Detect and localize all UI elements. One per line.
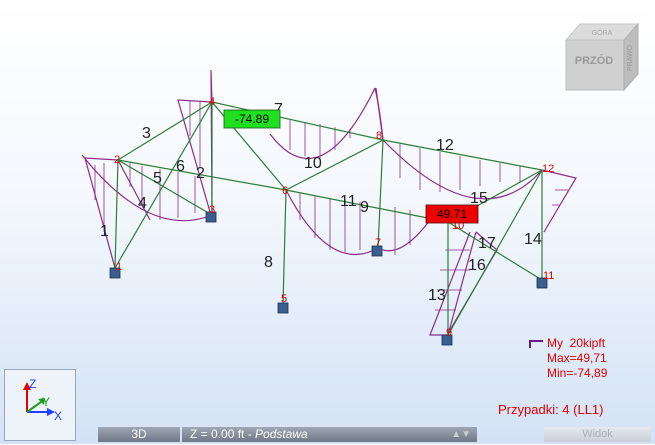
axis-y-label: Y (42, 395, 50, 409)
level-name: Podstawa (255, 427, 308, 441)
node-label: 2 (114, 154, 120, 166)
axis-z-label: Z (29, 377, 36, 391)
view-cube[interactable]: PRZÓD PRAWO GÓRA (556, 18, 640, 92)
diagram-hatching (94, 101, 568, 311)
cube-side-label: PRAWO (627, 44, 634, 71)
results-legend: My 20kipft Max=49,71 Min=-74,89 (529, 336, 607, 381)
node-label: 7 (375, 237, 381, 249)
node-label: 6 (282, 185, 288, 197)
supports (109, 211, 548, 346)
member-label: 2 (196, 165, 205, 182)
level-selector[interactable]: Z = 0.00 ft - Podstawa ▲▼ (182, 427, 477, 442)
member-label: 9 (360, 199, 369, 216)
cube-top-label: GÓRA (592, 28, 613, 37)
member-label: 5 (153, 170, 162, 187)
node-label: 11 (543, 270, 554, 282)
member-label: 8 (264, 254, 273, 271)
member-label: 11 (340, 193, 357, 210)
node-label: 8 (376, 130, 382, 142)
max-moment-value: 49.71 (437, 207, 467, 221)
member-label: 13 (428, 287, 446, 304)
moment-diagram (81, 69, 577, 336)
member-label: 14 (524, 231, 542, 248)
level-arrows-icon[interactable]: ▲▼ (451, 427, 471, 442)
load-case-label: Przypadki: 4 (LL1) (498, 402, 604, 417)
cube-front-label: PRZÓD (575, 54, 614, 67)
min-moment-value: -74.89 (235, 112, 269, 126)
member-label: 4 (138, 195, 147, 212)
3d-view-button[interactable]: 3D (98, 427, 180, 442)
axis-x-label: X (54, 409, 62, 423)
legend-quantity: My (547, 336, 563, 350)
node-label: 9 (446, 327, 452, 339)
member-label: 6 (176, 158, 185, 175)
node-label: 5 (281, 293, 287, 305)
member-label: 16 (468, 257, 486, 274)
member-label: 10 (304, 155, 322, 172)
member-label: 12 (436, 137, 454, 154)
member-label: 17 (478, 235, 496, 252)
legend-max: Max=49,71 (547, 351, 607, 365)
legend-scale: 20kipft (569, 336, 606, 350)
node-label: 4 (209, 96, 215, 108)
node-label: 12 (542, 163, 554, 175)
member-label: 3 (142, 125, 151, 142)
member-label: 15 (470, 190, 488, 207)
node-label: 3 (209, 204, 215, 216)
node-label: 1 (116, 261, 122, 273)
level-text: Z = 0.00 ft - (190, 427, 256, 441)
view-button[interactable]: Widok (544, 427, 651, 442)
legend-min: Min=-74,89 (547, 366, 608, 380)
member-label: 1 (100, 223, 109, 240)
diagram-symbol-icon (529, 339, 543, 348)
